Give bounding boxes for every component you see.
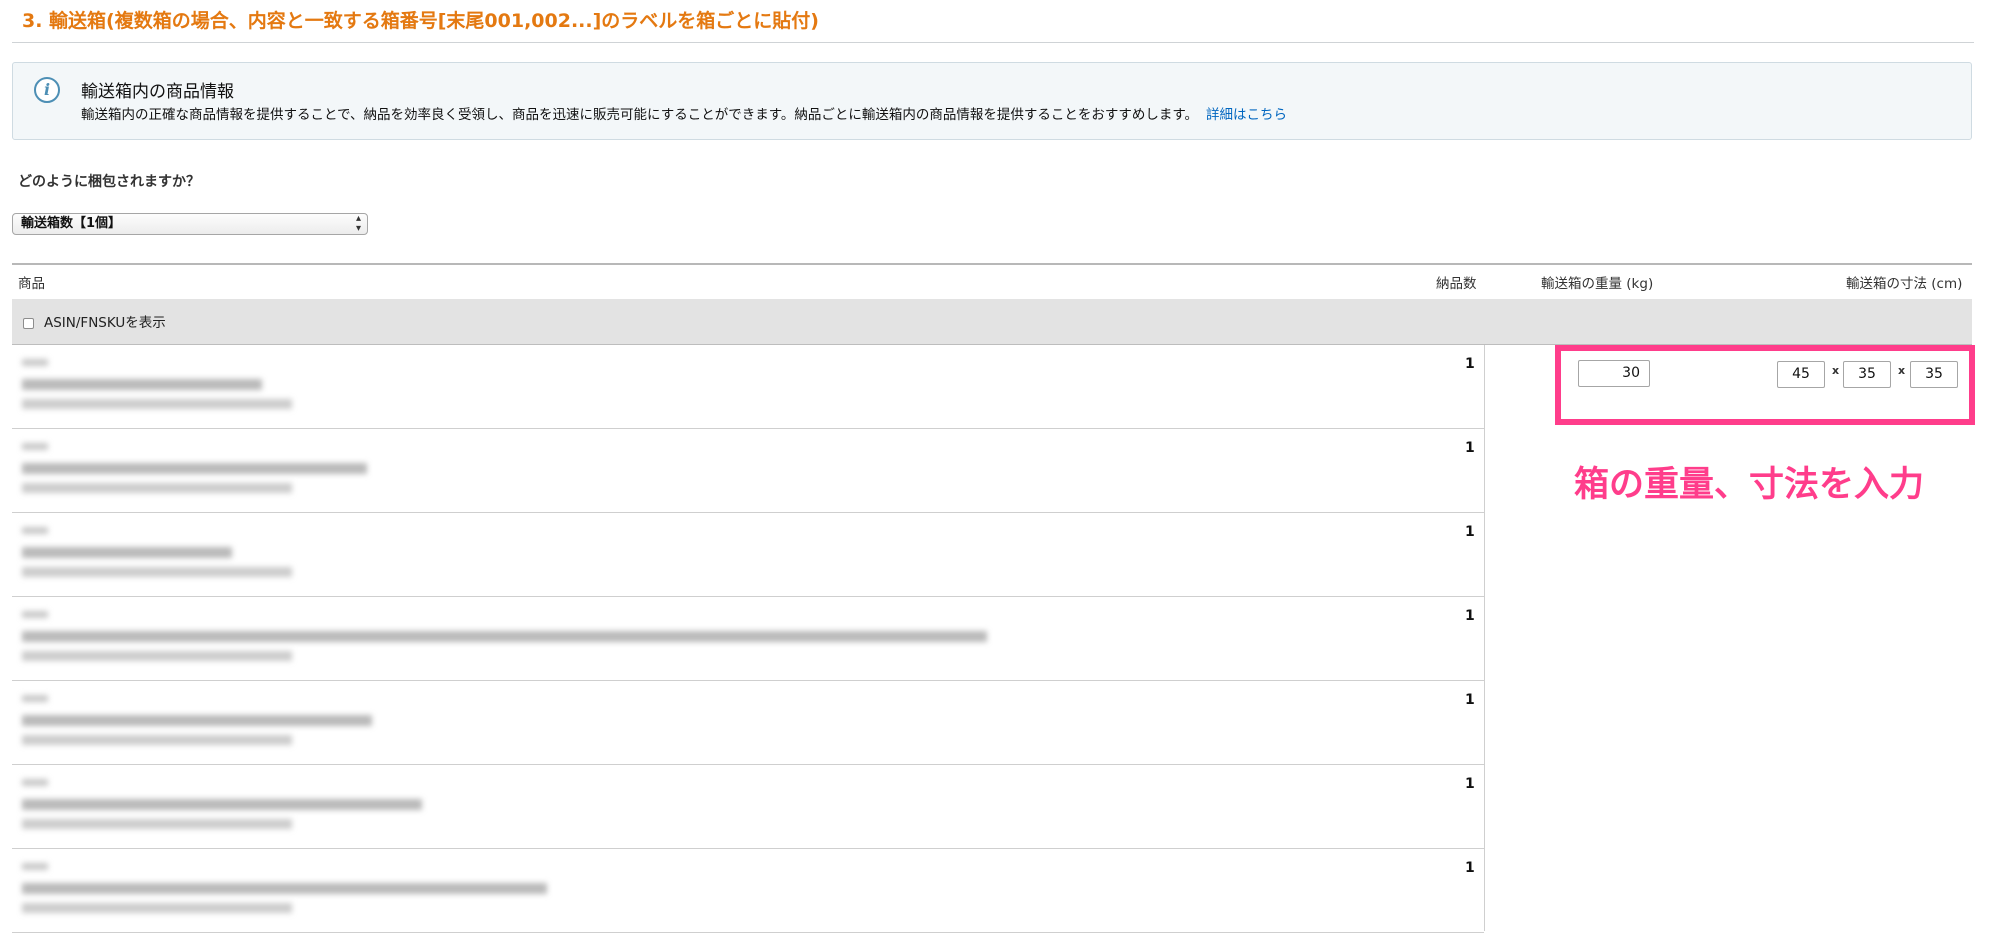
- box-height-input[interactable]: 35: [1910, 361, 1958, 388]
- box-length-input[interactable]: 45: [1777, 361, 1825, 388]
- col-header-product: 商品: [18, 276, 45, 292]
- blurred-product-info: [22, 779, 1202, 839]
- asin-toggle-row: ASIN/FNSKUを表示: [12, 299, 1972, 345]
- table-top-divider: [12, 263, 1972, 265]
- row-quantity: 1: [1465, 524, 1475, 540]
- box-count-select-value: 輸送箱数【1個】: [21, 216, 122, 231]
- table-row: 1: [12, 849, 1484, 933]
- col-header-quantity: 納品数: [1436, 276, 1477, 292]
- info-icon: i: [34, 77, 60, 103]
- row-quantity: 1: [1465, 608, 1475, 624]
- title-divider: [12, 42, 1974, 43]
- blurred-product-info: [22, 863, 1202, 923]
- info-box: i 輸送箱内の商品情報 輸送箱内の正確な商品情報を提供することで、納品を効率良く…: [12, 62, 1972, 140]
- product-rows: 1 1 1 1 1 1 1: [12, 345, 1484, 933]
- show-asin-label[interactable]: ASIN/FNSKUを表示: [44, 311, 166, 331]
- packing-question: どのように梱包されますか？: [18, 174, 200, 190]
- row-quantity: 1: [1465, 440, 1475, 456]
- row-quantity: 1: [1465, 860, 1475, 876]
- box-width-input[interactable]: 35: [1843, 361, 1891, 388]
- col-header-weight: 輸送箱の重量 (kg): [1541, 276, 1654, 292]
- section-title: 3. 輸送箱(複数箱の場合、内容と一致する箱番号[末尾001,002...]のラ…: [22, 10, 819, 32]
- row-quantity: 1: [1465, 356, 1475, 372]
- table-row: 1: [12, 429, 1484, 513]
- blurred-product-info: [22, 359, 1202, 419]
- blurred-product-info: [22, 527, 1202, 587]
- table-row: 1: [12, 513, 1484, 597]
- info-body: 輸送箱内の正確な商品情報を提供することで、納品を効率良く受領し、商品を迅速に販売…: [81, 107, 1198, 123]
- blurred-product-info: [22, 443, 1202, 503]
- box-count-select[interactable]: 輸送箱数【1個】 ▴ ▾: [12, 213, 368, 235]
- times-symbol: x: [1832, 364, 1840, 377]
- table-row: 1: [12, 345, 1484, 429]
- table-row: 1: [12, 597, 1484, 681]
- info-text: 輸送箱内の正確な商品情報を提供することで、納品を効率良く受領し、商品を迅速に販売…: [81, 103, 1287, 123]
- row-quantity: 1: [1465, 776, 1475, 792]
- table-row: 1: [12, 681, 1484, 765]
- annotation-callout: 箱の重量、寸法を入力: [1574, 465, 1925, 505]
- info-heading: 輸送箱内の商品情報: [81, 82, 234, 102]
- box-weight-input[interactable]: 30: [1578, 360, 1650, 387]
- blurred-product-info: [22, 695, 1202, 755]
- table-row: 1: [12, 765, 1484, 849]
- quantity-column-divider: [1484, 345, 1485, 931]
- show-asin-checkbox[interactable]: [23, 318, 34, 329]
- col-header-dimensions: 輸送箱の寸法 (cm): [1846, 276, 1963, 292]
- select-arrows-icon: ▴ ▾: [355, 213, 361, 234]
- times-symbol: x: [1898, 364, 1906, 377]
- blurred-product-info: [22, 611, 1202, 671]
- details-link[interactable]: 詳細はこちら: [1206, 107, 1287, 123]
- row-quantity: 1: [1465, 692, 1475, 708]
